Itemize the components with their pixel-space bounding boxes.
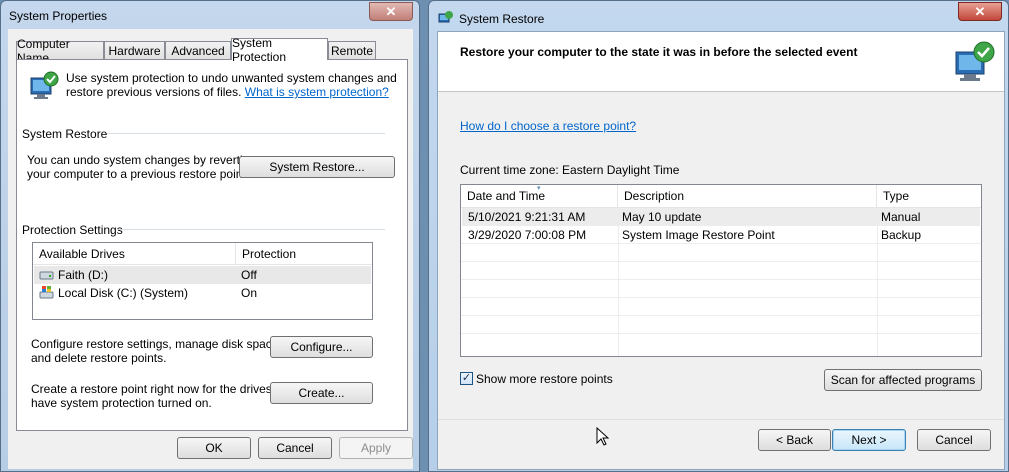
column-type[interactable]: Type bbox=[877, 185, 982, 207]
system-restore-group-label: System Restore bbox=[22, 127, 108, 141]
restore-desc-line2: your computer to a previous restore poin… bbox=[27, 167, 250, 181]
restore-description: System Image Restore Point bbox=[622, 228, 775, 242]
wizard-header: Restore your computer to the state it wa… bbox=[438, 32, 1004, 92]
choose-restore-point-link[interactable]: How do I choose a restore point? bbox=[460, 119, 636, 133]
system-restore-button[interactable]: System Restore... bbox=[239, 156, 395, 178]
column-date-and-time[interactable]: Date and Time ▾ bbox=[461, 185, 618, 207]
column-protection[interactable]: Protection bbox=[236, 243, 373, 265]
configure-desc-line2: and delete restore points. bbox=[31, 351, 167, 365]
drive-name: Local Disk (C:) (System) bbox=[58, 286, 189, 300]
next-button[interactable]: Next > bbox=[832, 429, 906, 451]
close-icon: ✕ bbox=[974, 3, 986, 19]
system-restore-window: System Restore ✕ Restore your computer t… bbox=[428, 0, 1009, 472]
protection-settings-group-label: Protection Settings bbox=[22, 223, 123, 237]
system-restore-app-icon bbox=[438, 11, 453, 23]
sort-arrow-icon: ▾ bbox=[537, 185, 541, 192]
restore-date: 3/29/2020 7:00:08 PM bbox=[468, 228, 587, 242]
show-more-label[interactable]: Show more restore points bbox=[476, 372, 613, 386]
close-icon: ✕ bbox=[385, 3, 397, 19]
close-button[interactable]: ✕ bbox=[369, 2, 413, 21]
system-restore-client: Restore your computer to the state it wa… bbox=[437, 31, 1005, 470]
show-more-checkbox[interactable]: ✓ bbox=[460, 372, 473, 385]
tab-remote[interactable]: Remote bbox=[328, 41, 376, 60]
group-divider bbox=[107, 133, 385, 134]
restore-desc-line1: You can undo system changes by reverting bbox=[27, 153, 257, 167]
drive-protection: On bbox=[241, 286, 258, 300]
list-item[interactable]: Local Disk (C:) (System) On bbox=[34, 284, 371, 302]
grid-line bbox=[461, 279, 981, 280]
wizard-heading: Restore your computer to the state it wa… bbox=[460, 45, 858, 59]
configure-desc-line1: Configure restore settings, manage disk … bbox=[31, 337, 282, 351]
system-protection-panel: Use system protection to undo unwanted s… bbox=[16, 59, 408, 431]
intro-text-line2: restore previous versions of files. What… bbox=[66, 85, 389, 99]
cancel-button[interactable]: Cancel bbox=[917, 429, 991, 451]
ok-button[interactable]: OK bbox=[177, 437, 251, 459]
window-title: System Restore bbox=[459, 12, 545, 26]
table-header: Date and Time ▾ Description Type bbox=[461, 185, 981, 208]
drives-list-header: Available Drives Protection bbox=[33, 243, 372, 265]
intro-text-line1: Use system protection to undo unwanted s… bbox=[66, 71, 397, 85]
drives-list[interactable]: Available Drives Protection Faith (D:) O… bbox=[32, 242, 373, 320]
window-title: System Properties bbox=[9, 9, 108, 23]
tab-advanced[interactable]: Advanced bbox=[165, 41, 231, 60]
restore-type: Manual bbox=[881, 210, 921, 224]
list-item[interactable]: Faith (D:) Off bbox=[34, 266, 371, 284]
restore-points-table[interactable]: Date and Time ▾ Description Type 5/10/20… bbox=[460, 184, 982, 357]
cancel-button[interactable]: Cancel bbox=[258, 437, 332, 459]
grid-line bbox=[461, 297, 981, 298]
column-available-drives[interactable]: Available Drives bbox=[33, 243, 236, 265]
group-divider bbox=[117, 229, 385, 230]
configure-button[interactable]: Configure... bbox=[270, 336, 373, 358]
grid-line bbox=[461, 261, 981, 262]
create-desc-line2: have system protection turned on. bbox=[31, 396, 212, 410]
intro-text: restore previous versions of files. bbox=[66, 85, 242, 99]
mouse-cursor-icon bbox=[596, 427, 610, 446]
system-protection-icon bbox=[30, 71, 59, 99]
system-restore-titlebar[interactable]: System Restore ✕ bbox=[429, 1, 1008, 31]
grid-line bbox=[461, 315, 981, 316]
system-properties-window: System Properties ✕ Computer Name Hardwa… bbox=[0, 0, 420, 472]
create-desc-line1: Create a restore point right now for the… bbox=[31, 382, 296, 396]
wizard-footer: < Back Next > Cancel bbox=[438, 419, 1004, 469]
column-description[interactable]: Description bbox=[618, 185, 877, 207]
apply-button[interactable]: Apply bbox=[339, 437, 413, 459]
system-properties-client: Computer Name Hardware Advanced System P… bbox=[8, 29, 413, 469]
system-restore-icon bbox=[955, 41, 995, 81]
table-row[interactable]: 3/29/2020 7:00:08 PM System Image Restor… bbox=[462, 226, 980, 244]
restore-type: Backup bbox=[881, 228, 922, 242]
tab-system-protection[interactable]: System Protection bbox=[231, 36, 328, 64]
column-label: Date and Time bbox=[467, 189, 546, 203]
tab-computer-name[interactable]: Computer Name bbox=[16, 37, 104, 65]
create-button[interactable]: Create... bbox=[270, 382, 373, 404]
back-button[interactable]: < Back bbox=[758, 429, 831, 451]
system-drive-icon bbox=[39, 286, 54, 299]
system-properties-titlebar[interactable]: System Properties ✕ bbox=[1, 1, 419, 31]
tab-hardware[interactable]: Hardware bbox=[104, 41, 165, 60]
restore-description: May 10 update bbox=[622, 210, 702, 224]
grid-line bbox=[461, 333, 981, 334]
what-is-system-protection-link[interactable]: What is system protection? bbox=[245, 85, 389, 99]
restore-date: 5/10/2021 9:21:31 AM bbox=[468, 210, 586, 224]
drive-name: Faith (D:) bbox=[58, 268, 109, 282]
drive-icon bbox=[39, 271, 54, 280]
timezone-text: Current time zone: Eastern Daylight Time bbox=[460, 163, 680, 177]
drive-protection: Off bbox=[241, 268, 257, 282]
close-button[interactable]: ✕ bbox=[958, 2, 1002, 21]
tab-strip: Computer Name Hardware Advanced System P… bbox=[16, 36, 406, 65]
scan-affected-programs-button[interactable]: Scan for affected programs bbox=[824, 369, 982, 391]
table-row[interactable]: 5/10/2021 9:21:31 AM May 10 update Manua… bbox=[462, 208, 980, 226]
